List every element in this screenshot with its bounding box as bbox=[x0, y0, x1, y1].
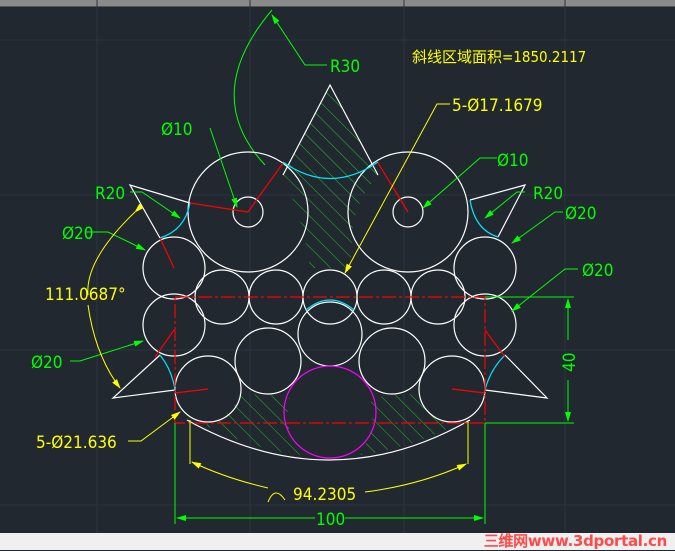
phi20-left-upper-label: Ø20 bbox=[62, 224, 94, 244]
watermark: 三维网www.3dportal.cn bbox=[483, 532, 668, 550]
phi20-left-mid-label: Ø20 bbox=[31, 353, 63, 373]
phi10-left-label: Ø10 bbox=[161, 120, 193, 140]
small-circles-label: 5-Ø17.1679 bbox=[452, 96, 543, 116]
r30-label: R30 bbox=[330, 57, 360, 77]
r30-arc bbox=[233, 9, 273, 166]
bottom-circles-label: 5-Ø21.636 bbox=[36, 433, 117, 453]
width-dimension-label: 100 bbox=[316, 510, 345, 530]
hatched-region-top bbox=[283, 85, 378, 268]
angle-label: 111.0687° bbox=[45, 285, 126, 305]
phi10-right-label: Ø10 bbox=[497, 151, 529, 171]
arc-length-label: 94.2305 bbox=[293, 485, 356, 505]
phi20-right-upper-label: Ø20 bbox=[565, 204, 597, 224]
highlight-circle bbox=[283, 365, 377, 459]
height-dimension-label: 40 bbox=[560, 353, 580, 372]
r20-right-label: R20 bbox=[533, 184, 563, 204]
phi20-right-mid-label: Ø20 bbox=[582, 261, 614, 281]
r20-left-label: R20 bbox=[95, 184, 125, 204]
dimension-lines bbox=[70, 14, 578, 524]
hatched-area-note: 斜线区域面积=1850.2117 bbox=[412, 48, 586, 66]
cad-drawing-canvas[interactable]: 斜线区域面积=1850.2117 R30 5-Ø17.1679 Ø10 Ø10 … bbox=[0, 0, 675, 550]
